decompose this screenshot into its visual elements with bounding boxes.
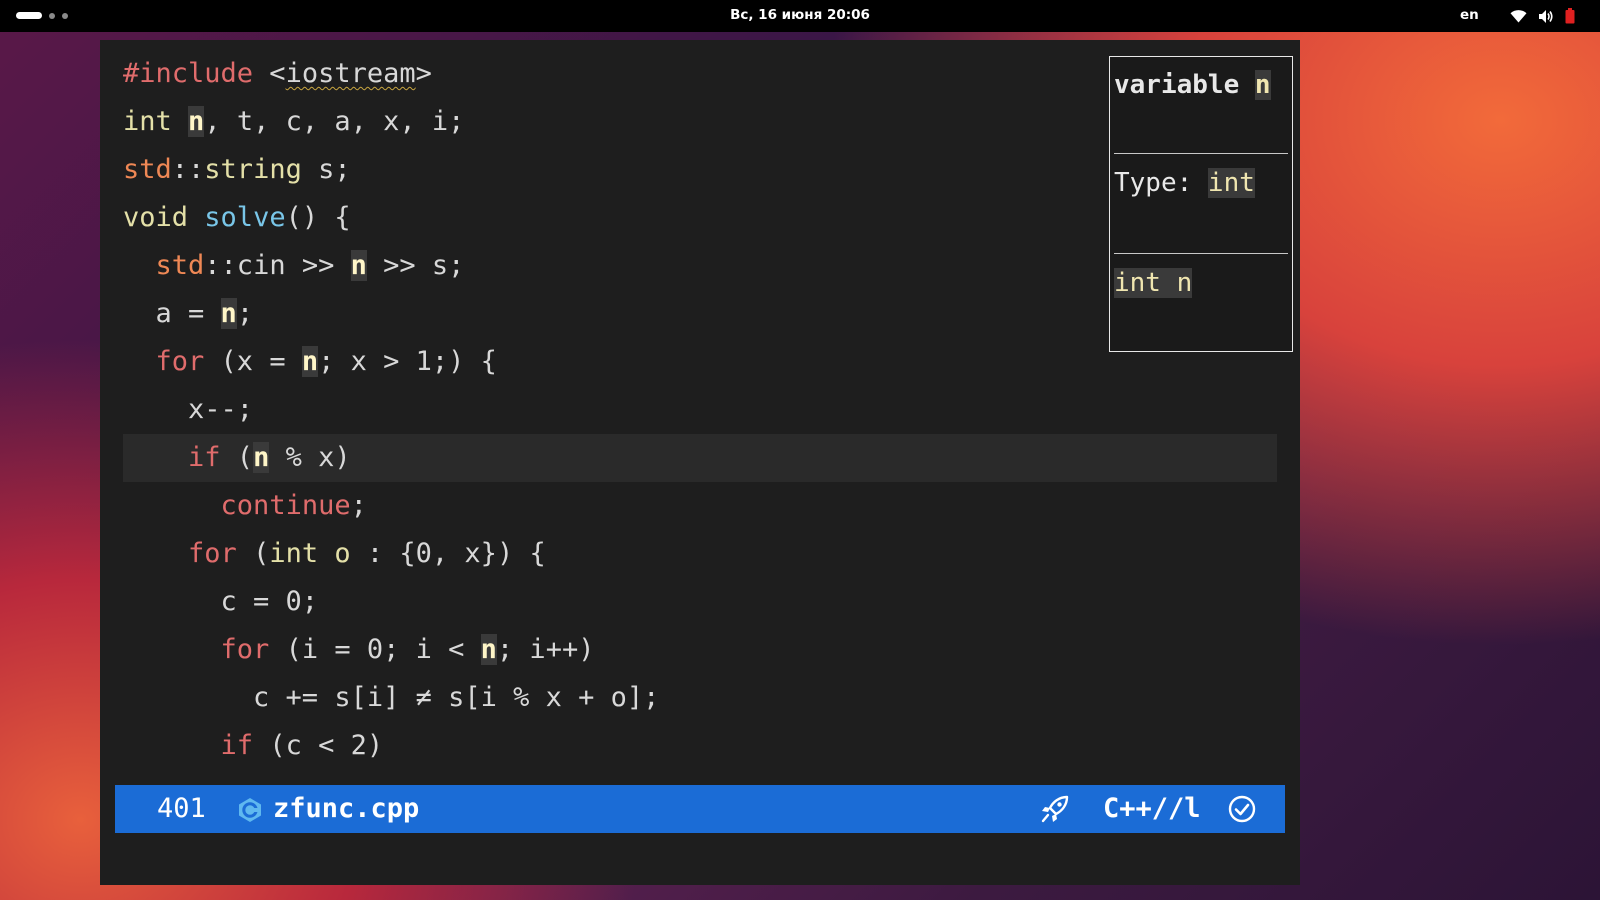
code-token: ::	[171, 154, 205, 185]
code-line[interactable]: if (c < 2)	[123, 722, 1277, 770]
code-token: void	[123, 202, 189, 233]
filename[interactable]: zfunc.cpp	[273, 785, 419, 833]
code-token: (x =	[204, 346, 302, 377]
hover-kind: variable	[1114, 70, 1255, 100]
code-token: s;	[301, 154, 351, 185]
code-token: iostream	[285, 58, 416, 89]
hover-separator	[1114, 153, 1288, 154]
code-token: >	[415, 58, 432, 89]
rocket-icon[interactable]	[1040, 794, 1070, 831]
hover-declaration-code: int n	[1114, 268, 1193, 298]
hover-separator	[1114, 253, 1288, 254]
check-circle-icon[interactable]	[1228, 795, 1256, 830]
highlighted-symbol: n	[220, 298, 237, 329]
highlighted-symbol: n	[350, 250, 367, 281]
code-token: solve	[204, 202, 286, 233]
code-token: <	[253, 58, 286, 89]
code-token: string	[204, 154, 302, 185]
code-token: #include	[123, 58, 254, 89]
hover-type-row: Type: int	[1114, 159, 1255, 207]
code-line[interactable]: c += s[i] ≠ s[i % x + o];	[123, 674, 1277, 722]
keyboard-layout-indicator[interactable]: en	[1460, 7, 1479, 23]
code-token: std	[155, 250, 205, 281]
highlighted-symbol: n	[480, 634, 497, 665]
highlighted-symbol: n	[188, 106, 205, 137]
system-tray[interactable]	[1510, 8, 1575, 24]
code-token: for	[220, 634, 270, 665]
wifi-icon	[1510, 9, 1527, 23]
code-line[interactable]: for (i = 0; i < n; i++)	[123, 626, 1277, 674]
code-token: if	[188, 442, 221, 473]
code-token: c += s[i] ≠ s[i % x + o];	[123, 682, 660, 713]
code-line[interactable]: #include <iostream>	[123, 50, 1277, 98]
code-token: int	[123, 106, 172, 137]
code-token: ::cin >>	[204, 250, 351, 281]
hover-type-label: Type:	[1114, 168, 1208, 198]
code-token: (i = 0; i <	[269, 634, 481, 665]
top-bar: Вс, 16 июня 20:06 en	[0, 0, 1600, 32]
battery-icon	[1565, 8, 1575, 24]
code-token: () {	[285, 202, 351, 233]
code-line[interactable]: void solve() {	[123, 194, 1277, 242]
code-area[interactable]: #include <iostream> int n, t, c, a, x, i;…	[123, 50, 1277, 770]
code-token: ;	[236, 298, 254, 329]
code-line[interactable]: continue;	[123, 482, 1277, 530]
code-token: int	[269, 538, 319, 569]
highlighted-symbol: n	[301, 346, 319, 377]
status-bar: 401 zfunc.cpp C++//l	[115, 785, 1285, 833]
code-line[interactable]: std::cin >> n >> s;	[123, 242, 1277, 290]
hover-documentation-popup: variable n Type: int int n	[1109, 56, 1293, 352]
hover-symbol-name: n	[1254, 70, 1271, 100]
code-token: for	[155, 346, 205, 377]
code-line[interactable]: a = n;	[123, 290, 1277, 338]
hover-title: variable n	[1114, 61, 1271, 109]
code-line[interactable]: for (int o : {0, x}) {	[123, 530, 1277, 578]
code-token: continue	[220, 490, 351, 521]
hover-declaration: int n	[1114, 259, 1193, 307]
code-line[interactable]: c = 0;	[123, 578, 1277, 626]
code-token: >> s;	[366, 250, 465, 281]
code-token: c = 0;	[123, 586, 319, 617]
hover-type-value: int	[1207, 168, 1255, 198]
highlighted-symbol: n	[253, 442, 270, 473]
code-line[interactable]: std::string s;	[123, 146, 1277, 194]
code-token: a =	[123, 298, 221, 329]
clock[interactable]: Вс, 16 июня 20:06	[0, 7, 1600, 23]
code-token: (	[220, 442, 254, 473]
code-token: , t, c, a, x, i;	[204, 106, 465, 137]
code-token: for	[188, 538, 237, 569]
code-token: : {0, x}) {	[350, 538, 546, 569]
code-token: ; i++)	[496, 634, 595, 665]
code-token: o	[334, 538, 351, 569]
code-line[interactable]: for (x = n; x > 1;) {	[123, 338, 1277, 386]
code-token: if	[220, 730, 254, 761]
current-code-line[interactable]: if (n % x)	[123, 434, 1277, 482]
code-token: ;	[350, 490, 367, 521]
line-number: 401	[157, 793, 206, 824]
volume-icon	[1538, 9, 1554, 24]
cpp-file-icon	[237, 797, 263, 830]
code-token: (c < 2)	[253, 730, 384, 761]
editor-window[interactable]: #include <iostream> int n, t, c, a, x, i;…	[100, 40, 1300, 885]
code-token: x--;	[123, 394, 254, 425]
code-line[interactable]: x--;	[123, 386, 1277, 434]
code-token: std	[123, 154, 172, 185]
code-line[interactable]: int n, t, c, a, x, i;	[123, 98, 1277, 146]
code-token: % x)	[269, 442, 351, 473]
major-mode[interactable]: C++//l	[1103, 785, 1201, 833]
code-token: ; x > 1;) {	[318, 346, 497, 377]
code-token: (	[236, 538, 270, 569]
